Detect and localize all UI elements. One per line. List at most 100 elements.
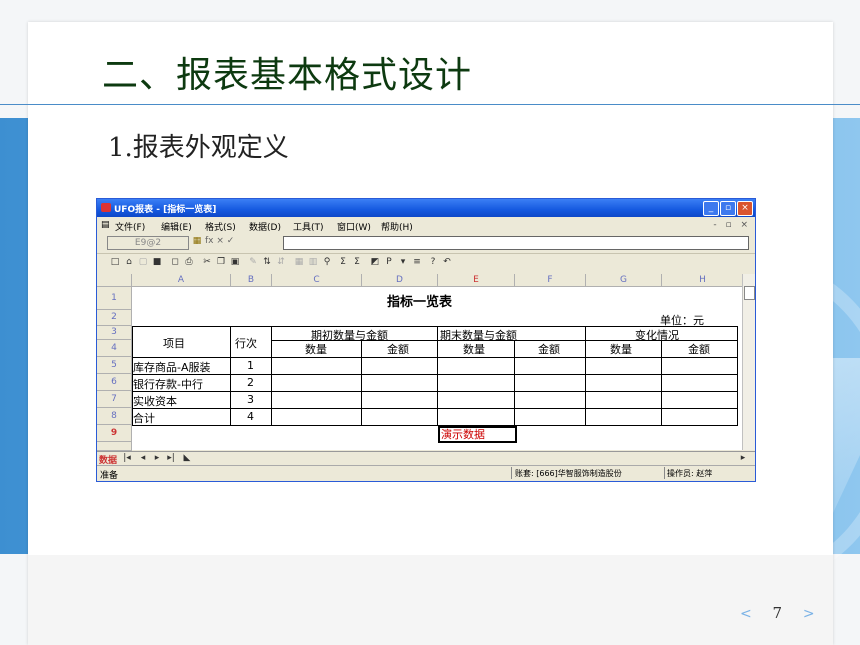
app-icon <box>101 203 111 212</box>
item-no-3[interactable]: 3 <box>247 393 254 406</box>
row-header-9[interactable]: 9 <box>97 425 132 442</box>
row-border-1 <box>132 374 738 375</box>
column-header-f[interactable]: F <box>515 274 586 287</box>
function-wizard-icon[interactable]: ▦ <box>191 236 203 247</box>
row-header-6[interactable]: 6 <box>97 374 132 391</box>
menu-edit[interactable]: 编辑(E) <box>161 220 192 233</box>
item-name-1[interactable]: 库存商品-A服装 <box>133 359 211 375</box>
menu-format[interactable]: 格式(S) <box>205 220 236 233</box>
prev-sheet-icon[interactable]: ◂ <box>137 453 149 464</box>
corner-cell[interactable] <box>97 274 132 287</box>
col-border-ef <box>514 340 515 425</box>
next-slide-icon[interactable]: > <box>803 606 815 622</box>
menu-help[interactable]: 帮助(H) <box>381 220 413 233</box>
paste-icon[interactable]: ▣ <box>229 257 241 268</box>
sort-desc-icon[interactable]: ⇵ <box>275 257 287 268</box>
sum-icon[interactable]: Σ <box>337 257 349 268</box>
header-opening-qty: 数量 <box>305 343 327 356</box>
column-header-a[interactable]: A <box>132 274 231 287</box>
first-sheet-icon[interactable]: |◂ <box>121 453 133 464</box>
menu-data[interactable]: 数据(D) <box>249 220 281 233</box>
last-sheet-icon[interactable]: ▸| <box>165 453 177 464</box>
chart-icon[interactable]: ▥ <box>307 257 319 268</box>
new-file-icon[interactable]: □ <box>109 257 121 268</box>
item-name-4[interactable]: 合计 <box>133 410 155 426</box>
insert-grid-icon[interactable]: ▦ <box>293 257 305 268</box>
col-border-bc <box>271 326 272 425</box>
slide-title: 二、报表基本格式设计 <box>102 55 473 96</box>
item-name-3[interactable]: 实收资本 <box>133 393 177 409</box>
sheet-split-icon[interactable]: ◣ <box>181 453 193 464</box>
row-header-4[interactable]: 4 <box>97 340 132 357</box>
drawing-icon[interactable]: ◩ <box>369 257 381 268</box>
find-icon[interactable]: ⚲ <box>321 257 333 268</box>
window-titlebar[interactable]: UFO报表 - [指标一览表] _ ▫ × <box>97 199 755 217</box>
table-bottom-border <box>132 425 738 426</box>
sort-asc-icon[interactable]: ⇅ <box>261 257 273 268</box>
column-header-g[interactable]: G <box>586 274 662 287</box>
menu-window[interactable]: 窗口(W) <box>337 220 371 233</box>
print-preview-icon[interactable]: ◻ <box>169 257 181 268</box>
slide-footer-area <box>28 555 833 645</box>
print-icon[interactable]: ⎙ <box>183 257 195 268</box>
col-border-cd <box>361 340 362 425</box>
sheet-tab-bar: 数据 |◂ ◂ ▸ ▸| ◣ ▸ <box>97 451 755 466</box>
row-header-8[interactable]: 8 <box>97 408 132 425</box>
log-icon[interactable]: ≡ <box>411 257 423 268</box>
mdi-window-controls[interactable]: - ▫ × <box>713 220 751 230</box>
row-header-3[interactable]: 3 <box>97 326 132 340</box>
formula-bar: E9@2 ▦ fx × ✓ <box>97 233 755 251</box>
help-pointer-icon[interactable]: ? <box>427 257 439 268</box>
column-header-e[interactable]: E <box>438 274 515 287</box>
next-sheet-icon[interactable]: ▸ <box>151 453 163 464</box>
item-no-4[interactable]: 4 <box>247 410 254 423</box>
row-header-5[interactable]: 5 <box>97 357 132 374</box>
format-painter-icon[interactable]: ✎ <box>247 257 259 268</box>
column-header-d[interactable]: D <box>362 274 438 287</box>
slide-subtitle: 1.报表外观定义 <box>108 133 289 163</box>
demo-data-cell[interactable]: 演示数据 <box>438 426 517 443</box>
ufo-report-window: UFO报表 - [指标一览表] _ ▫ × ▤ 文件(F) 编辑(E) 格式(S… <box>96 198 756 482</box>
maximize-button[interactable]: ▫ <box>720 201 736 216</box>
menu-bar: ▤ 文件(F) 编辑(E) 格式(S) 数据(D) 工具(T) 窗口(W) 帮助… <box>97 218 755 233</box>
filter-icon[interactable]: ▾ <box>397 257 409 268</box>
open-file-icon[interactable]: ⌂ <box>123 257 135 268</box>
vertical-scrollbar[interactable] <box>742 274 755 450</box>
cut-icon[interactable]: ✂ <box>201 257 213 268</box>
doc-icon[interactable]: ▤ <box>101 220 110 230</box>
cell-reference-box[interactable]: E9@2 <box>107 236 189 250</box>
item-name-2[interactable]: 银行存款-中行 <box>133 376 203 392</box>
spreadsheet-grid[interactable]: A B C D E F G H 1 2 3 4 5 6 7 8 9 指标一览表 <box>97 274 744 451</box>
header-change-amount: 金额 <box>688 343 710 356</box>
menu-tools[interactable]: 工具(T) <box>293 220 324 233</box>
save-icon[interactable]: ■ <box>151 257 163 268</box>
column-header-c[interactable]: C <box>272 274 362 287</box>
report-title: 指标一览表 <box>387 295 453 310</box>
status-separator <box>511 467 512 479</box>
hscroll-right-icon[interactable]: ▸ <box>737 453 749 464</box>
copy-icon[interactable]: ❐ <box>215 257 227 268</box>
row-header-7[interactable]: 7 <box>97 391 132 408</box>
row-header-10[interactable] <box>97 442 132 451</box>
column-header-b[interactable]: B <box>231 274 272 287</box>
scrollbar-thumb[interactable] <box>744 286 755 300</box>
row-header-2[interactable]: 2 <box>97 310 132 326</box>
row-header-1[interactable]: 1 <box>97 287 132 310</box>
col-border-de <box>437 326 438 425</box>
header-change-qty: 数量 <box>610 343 632 356</box>
formula-input[interactable] <box>283 236 749 250</box>
column-header-h[interactable]: H <box>662 274 744 287</box>
close-button[interactable]: × <box>737 201 753 216</box>
pivot-icon[interactable]: P <box>383 257 395 268</box>
item-no-2[interactable]: 2 <box>247 376 254 389</box>
formula-icons[interactable]: fx × ✓ <box>205 236 234 246</box>
item-no-1[interactable]: 1 <box>247 359 254 372</box>
col-border-fg <box>585 326 586 425</box>
undo-icon[interactable]: ↶ <box>441 257 453 268</box>
slide-pager: < 7 > <box>740 604 815 622</box>
menu-file[interactable]: 文件(F) <box>115 220 145 233</box>
prev-slide-icon[interactable]: < <box>740 606 752 622</box>
minimize-button[interactable]: _ <box>703 201 719 216</box>
open-list-icon[interactable]: ▢ <box>137 257 149 268</box>
sum-sheet-icon[interactable]: Σ <box>351 257 363 268</box>
